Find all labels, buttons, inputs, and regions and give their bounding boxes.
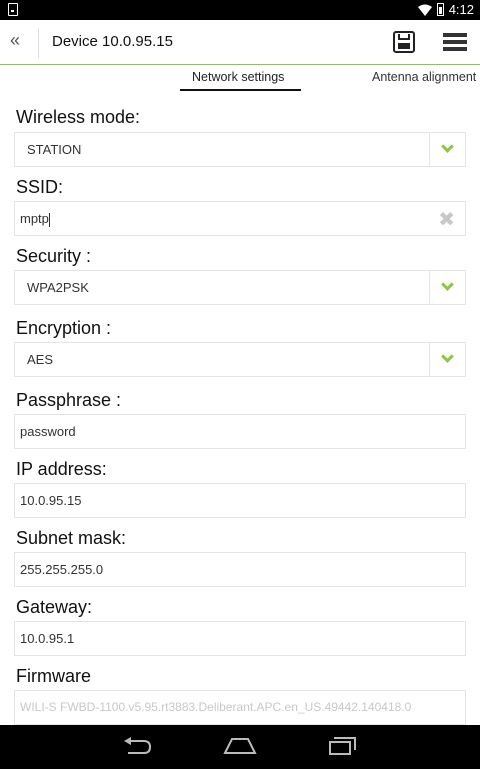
chevron-down-icon (441, 278, 454, 291)
hamburger-line (443, 47, 467, 51)
firmware-label: Firmware (16, 666, 91, 686)
firmware-value: WILI-S FWBD-1100.v5.95.rt3883.Deliberant… (20, 700, 412, 714)
status-bar-right: 4:12 (417, 2, 474, 17)
encryption-value: AES (27, 352, 54, 367)
ip-address-input[interactable]: 10.0.95.15 (14, 483, 466, 518)
status-time: 4:12 (448, 2, 474, 17)
app-bar-divider (38, 28, 39, 58)
wireless-mode-label: Wireless mode: (16, 107, 141, 127)
gateway-label: Gateway: (16, 597, 93, 617)
tab-bar: Network settings Antenna alignment (0, 66, 480, 94)
subnet-mask-value: 255.255.255.0 (20, 562, 104, 577)
passphrase-value: password (20, 424, 76, 439)
encryption-label: Encryption : (16, 318, 112, 338)
app-bar: « Device 10.0.95.15 (0, 20, 480, 65)
wifi-icon (417, 4, 432, 16)
hamburger-menu-icon (443, 33, 467, 37)
back-icon[interactable]: « (10, 30, 20, 51)
tab-antenna-alignment[interactable]: Antenna alignment (372, 70, 476, 84)
system-nav-bar (0, 725, 480, 769)
menu-button[interactable] (443, 33, 467, 53)
subnet-mask-input[interactable]: 255.255.255.0 (14, 552, 466, 587)
chevron-down-icon (441, 140, 454, 153)
encryption-dropdown-button[interactable] (429, 343, 465, 376)
clear-x-icon[interactable]: ✖ (438, 207, 455, 232)
page-title: Device 10.0.95.15 (52, 33, 173, 50)
subnet-mask-label: Subnet mask: (16, 528, 127, 548)
ip-address-label: IP address: (16, 459, 107, 479)
save-button[interactable] (393, 31, 415, 53)
gateway-input[interactable]: 10.0.95.1 (14, 621, 466, 656)
chevron-down-icon (441, 350, 454, 363)
passphrase-label: Passphrase : (16, 390, 122, 410)
ip-address-value: 10.0.95.15 (20, 493, 82, 508)
ssid-label: SSID: (16, 177, 64, 197)
nav-recents-icon[interactable] (329, 736, 357, 756)
ssid-value-wrap: mptp (20, 211, 50, 227)
ssid-input[interactable]: mptp ✖ (14, 201, 466, 236)
wireless-mode-value: STATION (27, 142, 82, 157)
wireless-mode-select[interactable]: STATION (14, 132, 466, 167)
security-value: WPA2PSK (27, 280, 89, 295)
text-cursor (48, 212, 50, 227)
battery-icon (436, 3, 444, 16)
passphrase-input[interactable]: password (14, 414, 466, 449)
ssid-value: mptp (20, 211, 49, 226)
floppy-disk-icon (398, 34, 410, 40)
active-tab-indicator (180, 89, 301, 91)
nav-back-icon[interactable] (122, 737, 154, 757)
status-bar: 4:12 (0, 0, 480, 20)
security-select[interactable]: WPA2PSK (14, 270, 466, 305)
tab-network-settings[interactable]: Network settings (192, 70, 284, 84)
encryption-select[interactable]: AES (14, 342, 466, 377)
firmware-input: WILI-S FWBD-1100.v5.95.rt3883.Deliberant… (14, 690, 466, 725)
security-label: Security : (16, 246, 92, 266)
wireless-mode-dropdown-button[interactable] (429, 133, 465, 166)
gateway-value: 10.0.95.1 (20, 631, 75, 646)
hamburger-line (443, 40, 467, 44)
floppy-disk-body (398, 43, 410, 49)
nav-home-icon[interactable] (223, 737, 257, 755)
notification-icon (8, 3, 18, 16)
security-dropdown-button[interactable] (429, 271, 465, 304)
